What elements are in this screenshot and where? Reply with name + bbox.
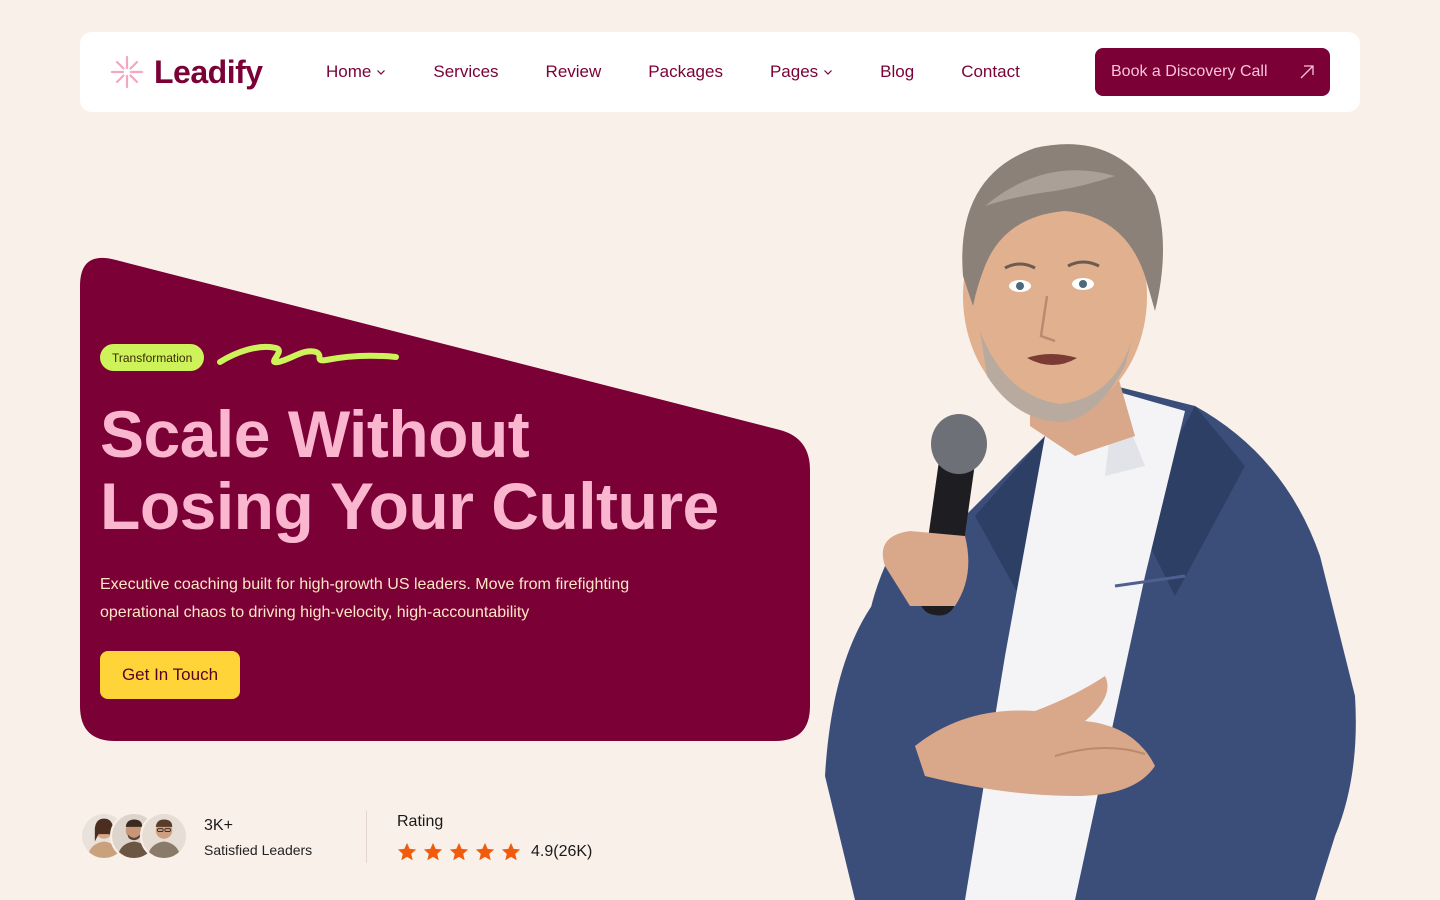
sparkle-logo-icon xyxy=(110,55,144,89)
nav-item-label: Home xyxy=(326,62,372,81)
stats-divider xyxy=(366,811,367,863)
nav-item-label: Packages xyxy=(648,62,723,81)
get-in-touch-button[interactable]: Get In Touch xyxy=(100,651,240,699)
headline-line-2: Losing Your Culture xyxy=(100,469,719,543)
hero-subtext: Executive coaching built for high-growth… xyxy=(100,576,630,621)
star-icon xyxy=(475,842,495,861)
arrow-up-right-icon xyxy=(1300,65,1314,79)
main-nav: Home Services Review Packages Pages Blog… xyxy=(326,62,1020,82)
nav-item-label: Pages xyxy=(769,62,819,81)
speaker-photo xyxy=(825,144,1356,900)
cta-label: Book a Discovery Call xyxy=(1111,63,1268,80)
nav-item-contact[interactable]: Contact xyxy=(961,62,1020,82)
leaders-count: 3K+ xyxy=(204,817,233,834)
transformation-tag: Transformation xyxy=(100,344,205,371)
nav-item-home[interactable]: Home xyxy=(326,62,386,82)
rating-stars xyxy=(396,841,522,863)
navbar: Leadify Home Services Review Packages Pa… xyxy=(80,32,1360,112)
nav-item-review[interactable]: Review xyxy=(546,62,602,82)
headline-line-1: Scale Without xyxy=(100,397,530,471)
rating-value: 4.9(26K) xyxy=(531,843,593,860)
squiggle-decoration xyxy=(217,344,399,366)
star-icon xyxy=(449,842,469,861)
nav-item-pages[interactable]: Pages xyxy=(770,62,833,82)
chevron-down-icon xyxy=(824,70,833,75)
leaders-label: Satisfied Leaders xyxy=(204,842,313,858)
logo[interactable]: Leadify xyxy=(110,54,326,91)
logo-text: Leadify xyxy=(154,53,263,90)
nav-item-services[interactable]: Services xyxy=(433,62,498,82)
chevron-down-icon xyxy=(377,70,386,75)
nav-item-label: Review xyxy=(545,62,602,81)
nav-item-blog[interactable]: Blog xyxy=(880,62,914,82)
nav-item-label: Contact xyxy=(961,62,1020,81)
nav-item-packages[interactable]: Packages xyxy=(648,62,723,82)
book-discovery-call-button[interactable]: Book a Discovery Call xyxy=(1095,48,1330,96)
star-icon xyxy=(501,842,521,861)
avatar xyxy=(140,812,188,860)
nav-item-label: Blog xyxy=(880,62,915,81)
nav-item-label: Services xyxy=(433,62,499,81)
avatar-group xyxy=(80,812,190,862)
star-icon xyxy=(397,842,417,861)
star-icon xyxy=(423,842,443,861)
hero-headline: Scale Without Losing Your Culture xyxy=(100,398,760,542)
rating-label: Rating xyxy=(397,813,444,830)
